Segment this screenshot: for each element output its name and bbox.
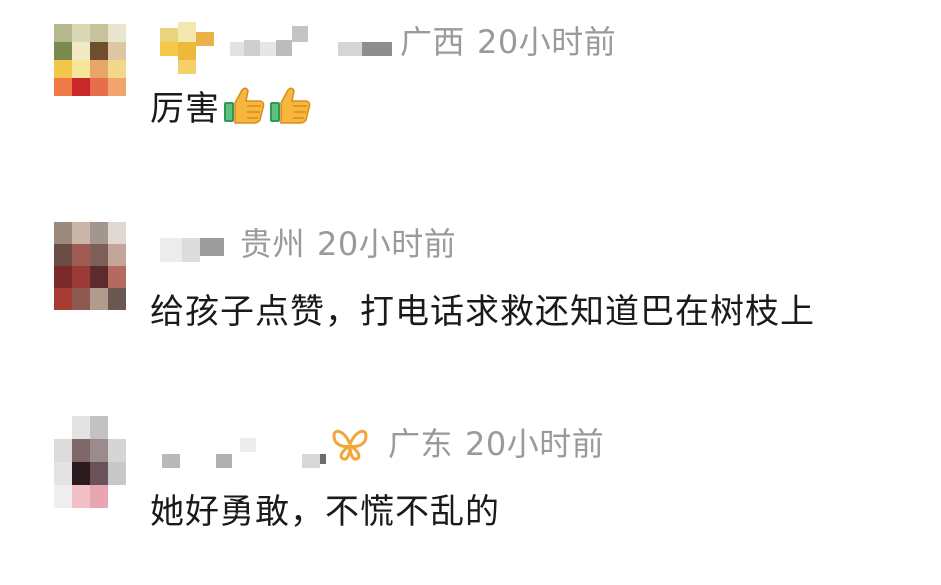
username-blurred[interactable] [160,22,400,74]
comment-text-content: 厉害 [150,89,220,129]
thumbs-up-icon [268,86,312,126]
comment-location: 广西 [400,23,466,61]
username-blurred[interactable] [160,224,240,264]
username-blurred[interactable] [160,424,330,468]
butterfly-icon [330,426,370,462]
comment-time: 20小时前 [477,23,617,61]
avatar[interactable] [54,24,126,96]
comment-meta: 广西 20小时前 [160,22,617,74]
comment-text: 她好勇敢，不慌不乱的 [150,492,500,532]
avatar[interactable] [54,416,126,508]
comment-time: 20小时前 [317,225,457,263]
comment-time: 20小时前 [465,425,605,463]
comment-meta: 贵州 20小时前 [160,224,456,264]
avatar[interactable] [54,222,126,310]
comment-location: 广东 [388,425,454,463]
comment-meta: 广东 20小时前 [160,424,605,468]
comment-text: 厉害 [150,86,312,131]
thumbs-up-icon [222,86,266,126]
comment-text: 给孩子点赞，打电话求救还知道巴在树枝上 [150,292,815,332]
comment-location: 贵州 [240,225,306,263]
